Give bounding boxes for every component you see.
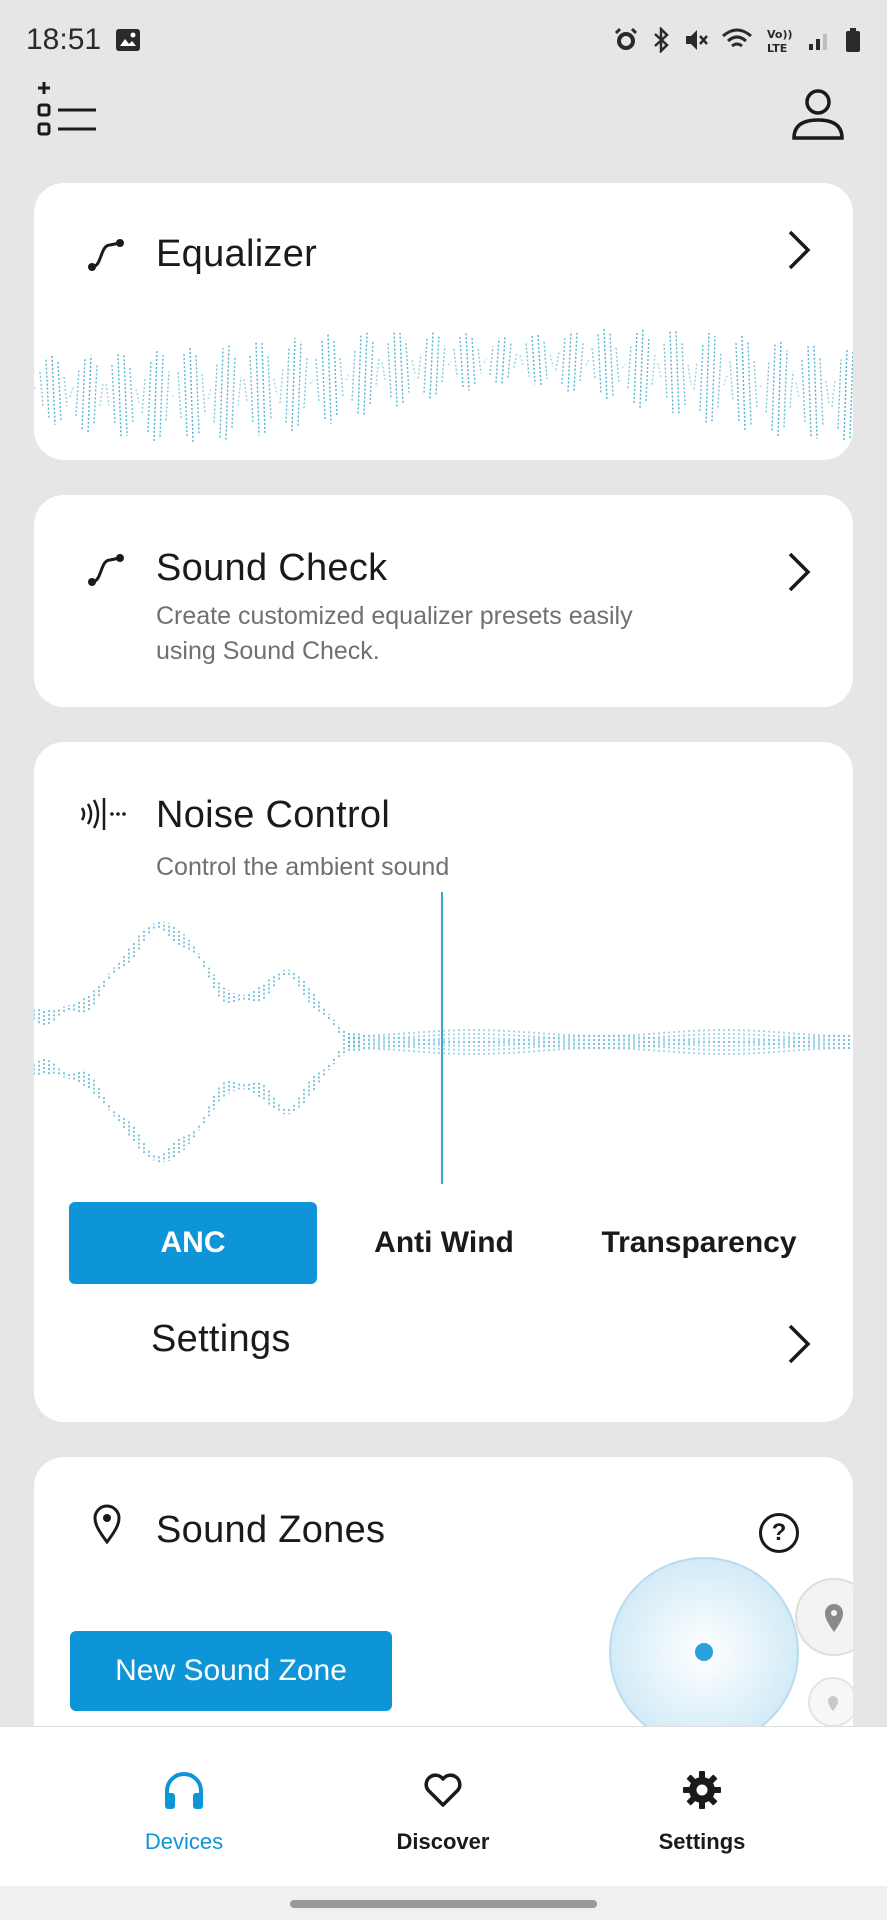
- noise-control-icon: [80, 798, 126, 830]
- status-time: 18:51: [26, 23, 102, 56]
- sound-zones-title: Sound Zones: [156, 1509, 386, 1551]
- sound-check-subtitle-line2: using Sound Check.: [156, 637, 380, 665]
- headphones-icon: [165, 1772, 203, 1809]
- chevron-right-icon[interactable]: [785, 228, 813, 272]
- mute-icon: [686, 30, 708, 50]
- add-device-list-icon[interactable]: [36, 80, 106, 142]
- sound-zones-card: Sound Zones ? New Sound Zone: [34, 1457, 853, 1757]
- chevron-right-icon[interactable]: [785, 550, 813, 594]
- alarm-icon: [614, 27, 638, 50]
- nav-settings[interactable]: Settings: [602, 1727, 802, 1867]
- chevron-right-icon[interactable]: [785, 1322, 813, 1366]
- nav-discover[interactable]: Discover: [343, 1727, 543, 1867]
- bluetooth-icon: [654, 27, 669, 53]
- gallery-notification-icon: [116, 29, 141, 51]
- battery-icon: [846, 28, 860, 52]
- current-location-dot: [695, 1643, 713, 1661]
- signal-icon: [809, 34, 827, 50]
- nav-devices-label: Devices: [144, 1829, 224, 1854]
- equalizer-title: Equalizer: [156, 233, 318, 275]
- noise-control-card: Noise Control Control the ambient sound …: [34, 742, 853, 1422]
- gear-icon: [683, 1771, 721, 1809]
- nav-settings-label: Settings: [658, 1829, 746, 1854]
- system-navigation-bar: [0, 1886, 887, 1920]
- svg-text:Vo)): Vo)): [767, 28, 793, 41]
- noise-settings-row[interactable]: Settings: [34, 1302, 853, 1382]
- wifi-icon: [722, 28, 752, 48]
- profile-icon[interactable]: [790, 86, 846, 142]
- noise-control-title: Noise Control: [156, 794, 391, 836]
- sound-check-title: Sound Check: [156, 547, 388, 589]
- noise-wave-graphic[interactable]: [34, 892, 853, 1192]
- mode-transparency-button[interactable]: Transparency: [574, 1202, 824, 1284]
- bottom-nav: Devices Discover Settings: [0, 1726, 887, 1886]
- volte-icon: Vo)) LTE: [767, 28, 793, 54]
- home-indicator[interactable]: [290, 1900, 597, 1908]
- help-label: ?: [771, 1519, 787, 1546]
- equalizer-wave-graphic: [34, 328, 853, 442]
- svg-text:LTE: LTE: [767, 42, 787, 54]
- noise-settings-label: Settings: [151, 1318, 291, 1360]
- top-bar: [0, 80, 887, 180]
- mode-anc-button[interactable]: ANC: [69, 1202, 317, 1284]
- new-sound-zone-button[interactable]: New Sound Zone: [70, 1631, 392, 1711]
- nav-devices[interactable]: Devices: [84, 1727, 284, 1867]
- sound-check-curve-icon: [88, 554, 124, 586]
- equalizer-curve-icon: [88, 239, 124, 271]
- mode-anti-wind-button[interactable]: Anti Wind: [334, 1202, 554, 1284]
- heart-icon: [424, 1773, 462, 1807]
- location-pin-icon: [93, 1504, 121, 1544]
- sound-check-subtitle-line1: Create customized equalizer presets easi…: [156, 602, 633, 630]
- noise-control-subtitle: Control the ambient sound: [156, 853, 450, 881]
- equalizer-card[interactable]: Equalizer: [34, 183, 853, 460]
- help-icon[interactable]: ?: [759, 1513, 799, 1553]
- nav-discover-label: Discover: [396, 1829, 490, 1854]
- sound-check-card[interactable]: Sound Check Create customized equalizer …: [34, 495, 853, 707]
- status-bar: 18:51 Vo)) LTE: [0, 0, 887, 80]
